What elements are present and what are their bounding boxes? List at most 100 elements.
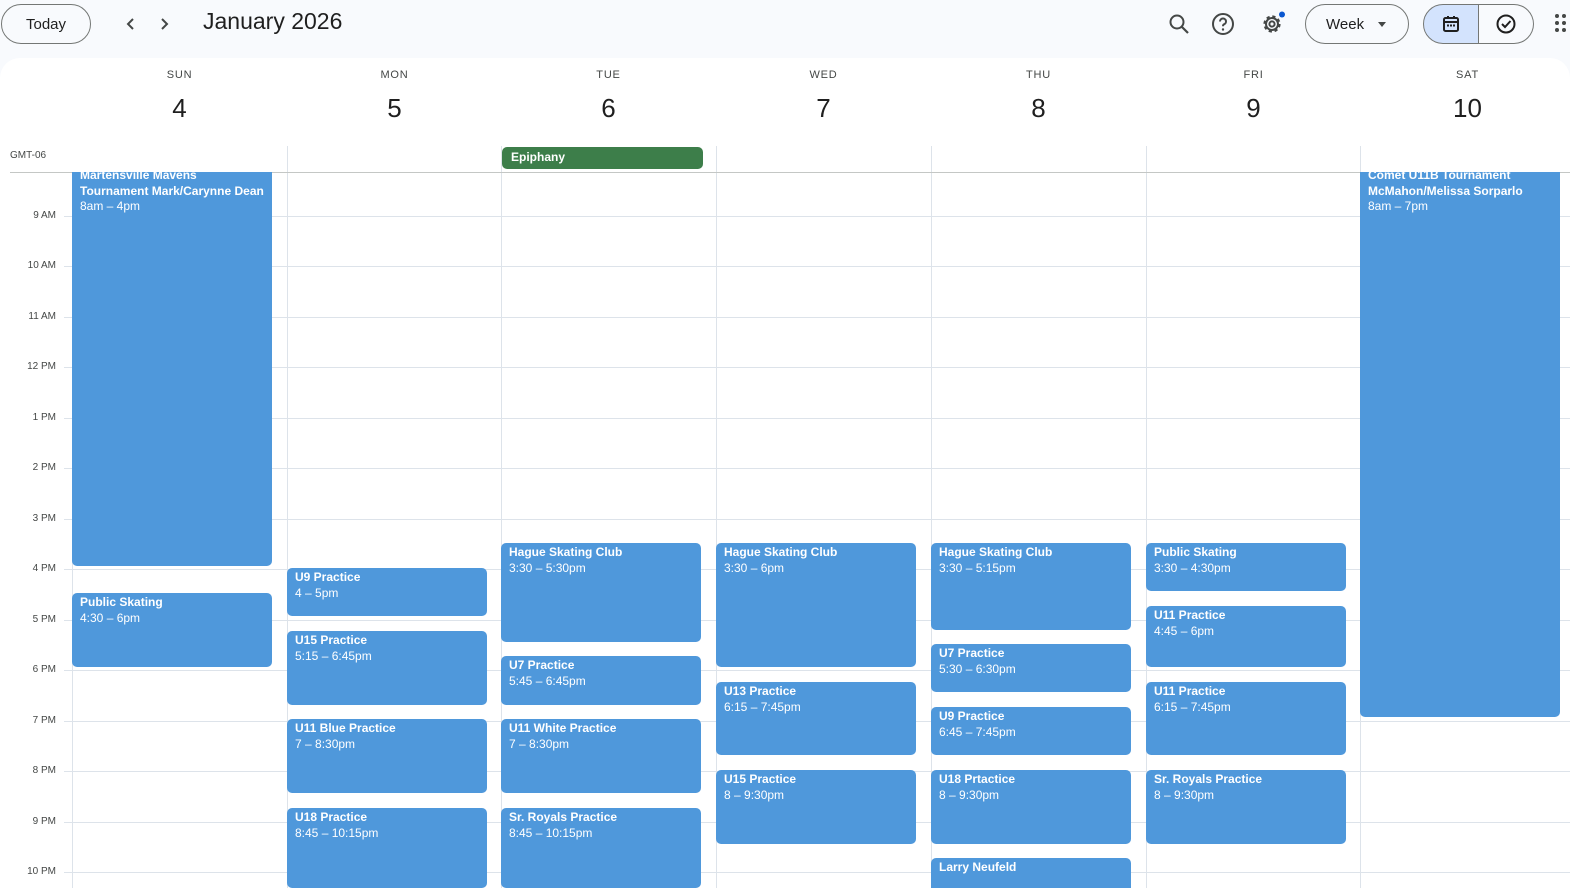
event-title: Sr. Royals Practice — [509, 810, 618, 824]
event-time: 3:30 – 4:30pm — [1154, 560, 1231, 575]
event-title: Hague Skating Club — [939, 545, 1053, 559]
view-selector[interactable]: Week — [1305, 4, 1409, 44]
event-block[interactable]: U9 Practice 6:45 – 7:45pm — [931, 707, 1131, 755]
task-check-icon — [1496, 14, 1515, 34]
event-time: 7 – 8:30pm — [509, 736, 570, 751]
event-title: Martensville Mavens Tournament Mark/Cary… — [80, 172, 264, 198]
event-block[interactable]: Larry Neufeld — [931, 858, 1131, 888]
event-block[interactable]: U11 Practice 4:45 – 6pm — [1146, 606, 1346, 667]
day-number[interactable]: 8 — [931, 93, 1146, 124]
event-title: Public Skating — [80, 595, 163, 609]
help-icon[interactable] — [1207, 8, 1239, 40]
day-number[interactable]: 6 — [501, 93, 716, 124]
event-time: 7 – 8:30pm — [295, 736, 356, 751]
event-title: Public Skating — [1154, 545, 1237, 559]
tasks-view-toggle[interactable] — [1478, 4, 1534, 44]
hour-label: 2 PM — [32, 462, 56, 473]
event-block[interactable]: U11 Blue Practice 7 – 8:30pm — [287, 719, 487, 793]
event-title: Hague Skating Club — [509, 545, 623, 559]
chevron-left-icon[interactable] — [119, 12, 143, 36]
hour-label: 10 AM — [27, 260, 56, 271]
event-title: U11 White Practice — [509, 721, 617, 735]
caret-down-icon — [1378, 22, 1386, 27]
event-block[interactable]: Public Skating 3:30 – 4:30pm — [1146, 543, 1346, 591]
event-block[interactable]: Public Skating 4:30 – 6pm — [72, 593, 272, 667]
event-title: Larry Neufeld — [939, 860, 1017, 874]
hour-label: 8 PM — [32, 765, 56, 776]
hour-label: 5 PM — [32, 614, 56, 625]
today-button[interactable]: Today — [1, 4, 91, 44]
hour-gridline — [64, 418, 1570, 419]
event-block[interactable]: U13 Practice 6:15 – 7:45pm — [716, 682, 916, 755]
search-icon[interactable] — [1163, 8, 1195, 40]
event-block[interactable]: U15 Practice 5:15 – 6:45pm — [287, 631, 487, 705]
event-block[interactable]: Sr. Royals Practice 8 – 9:30pm — [1146, 770, 1346, 844]
all-day-event[interactable]: Epiphany — [502, 147, 703, 169]
hour-gridline — [64, 317, 1570, 318]
event-title: U18 Practice — [295, 810, 368, 824]
event-time: 3:30 – 5:15pm — [939, 560, 1016, 575]
event-title: Sr. Royals Practice — [1154, 772, 1263, 786]
day-number[interactable]: 4 — [72, 93, 287, 124]
event-title: U7 Practice — [939, 646, 1005, 660]
event-block[interactable]: Hague Skating Club 3:30 – 5:30pm — [501, 543, 701, 642]
event-block[interactable]: U11 White Practice 7 – 8:30pm — [501, 719, 701, 793]
hour-label: 12 PM — [27, 361, 56, 372]
event-title: U11 Practice — [1154, 608, 1226, 622]
event-time: 8am – 4pm — [80, 199, 141, 213]
day-name: SUN — [166, 69, 193, 81]
event-block[interactable]: U18 Prtactice 8 – 9:30pm — [931, 770, 1131, 844]
event-time: 6:15 – 7:45pm — [1154, 699, 1231, 714]
day-number[interactable]: 5 — [287, 93, 502, 124]
day-number[interactable]: 9 — [1146, 93, 1361, 124]
calendar-view-toggle[interactable] — [1423, 4, 1479, 44]
event-time: 8 – 9:30pm — [939, 787, 1000, 802]
event-block[interactable]: Martensville Mavens Tournament Mark/Cary… — [72, 172, 272, 566]
page-title: January 2026 — [203, 8, 343, 34]
event-time: 3:30 – 6pm — [724, 560, 785, 575]
event-time: 8:45 – 10:15pm — [509, 825, 593, 840]
day-number[interactable]: 7 — [716, 93, 931, 124]
chevron-right-icon[interactable] — [152, 12, 176, 36]
event-time: 6:45 – 7:45pm — [939, 724, 1016, 739]
event-block[interactable]: U15 Practice 8 – 9:30pm — [716, 770, 916, 844]
hour-label: 3 PM — [32, 513, 56, 524]
event-time: 8 – 9:30pm — [1154, 787, 1215, 802]
event-title: U9 Practice — [295, 570, 361, 584]
hour-label: 9 PM — [32, 816, 56, 827]
event-time: 8 – 9:30pm — [724, 787, 785, 802]
event-title: U18 Prtactice — [939, 772, 1016, 786]
event-block[interactable]: Sr. Royals Practice 8:45 – 10:15pm — [501, 808, 701, 888]
hour-gridline — [64, 468, 1570, 469]
event-time: 5:45 – 6:45pm — [509, 673, 586, 688]
event-title: Comet U11B Tournament McMahon/Melissa So… — [1368, 172, 1523, 198]
hour-label: 4 PM — [32, 563, 56, 574]
event-time: 4 – 5pm — [295, 585, 339, 600]
event-block[interactable]: Hague Skating Club 3:30 – 5:15pm — [931, 543, 1131, 630]
event-block[interactable]: U7 Practice 5:45 – 6:45pm — [501, 656, 701, 705]
event-block[interactable]: U7 Practice 5:30 – 6:30pm — [931, 644, 1131, 692]
event-time: 3:30 – 5:30pm — [509, 560, 586, 575]
event-time: 6:15 – 7:45pm — [724, 699, 801, 714]
hour-label: 6 PM — [32, 664, 56, 675]
event-block[interactable]: Comet U11B Tournament McMahon/Melissa So… — [1360, 172, 1560, 717]
event-block[interactable]: U11 Practice 6:15 – 7:45pm — [1146, 682, 1346, 755]
hour-label: 1 PM — [32, 412, 56, 423]
event-time: 5:30 – 6:30pm — [939, 661, 1016, 676]
day-name: TUE — [596, 69, 621, 81]
day-name: SAT — [1456, 69, 1479, 81]
apps-grid-icon[interactable] — [1553, 14, 1569, 34]
event-title: U7 Practice — [509, 658, 575, 672]
event-block[interactable]: U9 Practice 4 – 5pm — [287, 568, 487, 616]
day-number[interactable]: 10 — [1360, 93, 1570, 124]
event-title: U9 Practice — [939, 709, 1005, 723]
event-block[interactable]: U18 Practice 8:45 – 10:15pm — [287, 808, 487, 888]
hour-gridline — [64, 266, 1570, 267]
event-title: U15 Practice — [295, 633, 368, 647]
hour-gridline — [64, 216, 1570, 217]
event-block[interactable]: Hague Skating Club 3:30 – 6pm — [716, 543, 916, 667]
top-toolbar: Today January 2026 Week — [0, 0, 1570, 56]
week-grid: SUN 4 MON 5 TUE 6 WED 7 THU 8 FRI 9 SAT 10 GMT-06 9 A… — [0, 58, 1570, 888]
settings-icon[interactable] — [1256, 8, 1288, 40]
event-time: 4:45 – 6pm — [1154, 623, 1215, 638]
